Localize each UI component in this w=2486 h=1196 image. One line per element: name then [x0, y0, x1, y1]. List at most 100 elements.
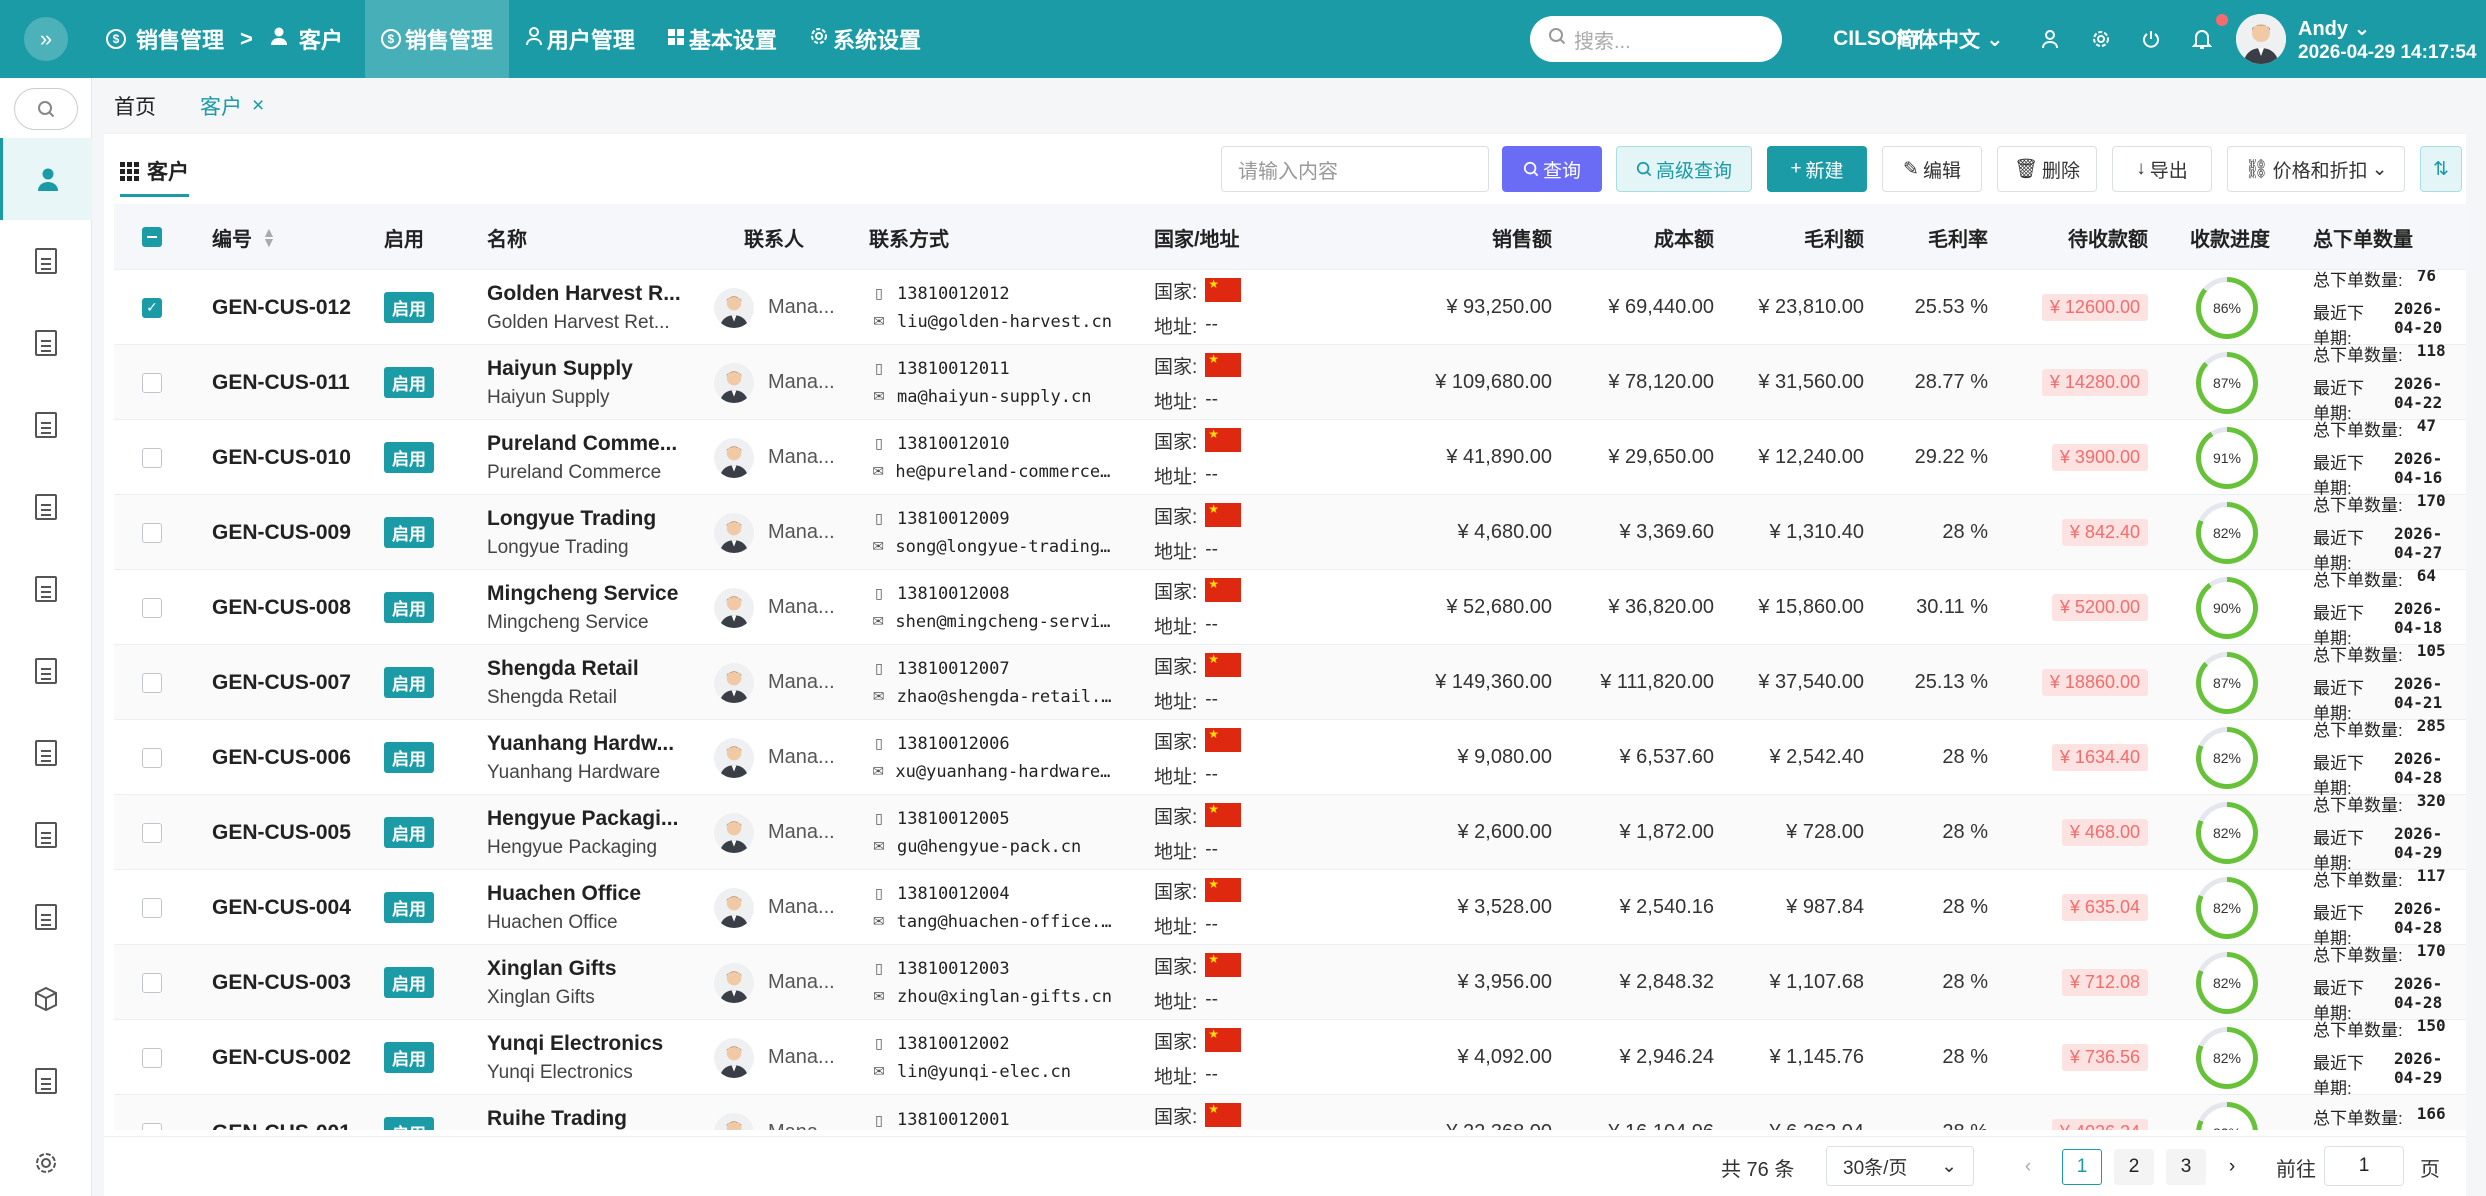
- row-checkbox[interactable]: [142, 1095, 162, 1130]
- customer-code[interactable]: GEN-CUS-009: [212, 495, 351, 570]
- customer-name[interactable]: Ruihe Trading: [487, 1107, 687, 1131]
- customer-code[interactable]: GEN-CUS-004: [212, 870, 351, 945]
- customer-name[interactable]: Haiyun Supply: [487, 357, 687, 381]
- contact-name[interactable]: Mana...: [768, 896, 835, 919]
- customer-name[interactable]: Xinglan Gifts: [487, 957, 687, 981]
- row-checkbox[interactable]: [142, 945, 162, 1020]
- contact-name[interactable]: Mana...: [768, 521, 835, 544]
- global-search-input[interactable]: 搜索...: [1530, 16, 1782, 62]
- customer-name[interactable]: Yunqi Electronics: [487, 1032, 687, 1056]
- new-button[interactable]: + 新建: [1767, 146, 1867, 192]
- bell-icon[interactable]: [2190, 27, 2214, 51]
- nav-basic-settings[interactable]: 基本设置: [651, 0, 793, 78]
- contact-name[interactable]: Mana...: [768, 446, 835, 469]
- row-checkbox[interactable]: [142, 420, 162, 495]
- customer-code[interactable]: GEN-CUS-001: [212, 1095, 351, 1131]
- table-row[interactable]: GEN-CUS-010 启用 Pureland Comme... Pureland C…: [114, 416, 2466, 498]
- edit-button[interactable]: ✎ 编辑: [1882, 146, 1982, 192]
- customer-name[interactable]: Longyue Trading: [487, 507, 687, 531]
- nav-users[interactable]: 用户管理: [509, 0, 651, 78]
- sidebar-item-doc-10[interactable]: [0, 1040, 92, 1122]
- sidebar-item-doc-3[interactable]: [0, 384, 92, 466]
- row-checkbox[interactable]: [142, 570, 162, 645]
- expand-menu-icon[interactable]: »: [24, 17, 68, 61]
- page-3[interactable]: 3: [2166, 1149, 2206, 1185]
- sort-toggle-button[interactable]: ⇅: [2420, 146, 2462, 192]
- query-button[interactable]: 查询: [1502, 146, 1602, 192]
- table-row[interactable]: ✓ GEN-CUS-012 启用 Golden Harvest R... Golden …: [114, 270, 2466, 348]
- page-size-select[interactable]: 30条/页 ⌄: [1826, 1146, 1974, 1186]
- delete-button[interactable]: 🗑 删除: [1997, 146, 2097, 192]
- customer-name[interactable]: Pureland Comme...: [487, 432, 687, 456]
- table-row[interactable]: GEN-CUS-009 启用 Longyue Trading Longyue Trad…: [114, 491, 2466, 573]
- table-row[interactable]: GEN-CUS-001 启用 Ruihe TradingRuihe Trading M…: [114, 1095, 2466, 1130]
- customer-code[interactable]: GEN-CUS-003: [212, 945, 351, 1020]
- sidebar-search-button[interactable]: [14, 88, 78, 130]
- next-page-button[interactable]: ›: [2212, 1149, 2252, 1185]
- contact-name[interactable]: Mana...: [768, 1046, 835, 1069]
- language-selector[interactable]: 简体中文 ⌄: [1896, 0, 2004, 78]
- table-row[interactable]: GEN-CUS-005 启用 Hengyue Packagi... Hengyue P…: [114, 791, 2466, 873]
- breadcrumb-item-sales[interactable]: 销售管理: [136, 23, 224, 55]
- row-checkbox[interactable]: [142, 870, 162, 945]
- row-checkbox[interactable]: [142, 795, 162, 870]
- sidebar-item-doc-7[interactable]: [0, 712, 92, 794]
- close-icon[interactable]: ×: [252, 94, 264, 118]
- contact-name[interactable]: Mana...: [768, 971, 835, 994]
- table-row[interactable]: GEN-CUS-004 启用 Huachen Office Huachen Offic…: [114, 866, 2466, 948]
- goto-page-input[interactable]: 1: [2324, 1146, 2404, 1186]
- row-checkbox[interactable]: [142, 645, 162, 720]
- profile-icon[interactable]: [2038, 27, 2062, 51]
- contact-name[interactable]: Mana...: [768, 1121, 835, 1130]
- customer-name[interactable]: Yuanhang Hardw...: [487, 732, 687, 756]
- table-row[interactable]: GEN-CUS-003 启用 Xinglan Gifts Xinglan Gifts M…: [114, 941, 2466, 1023]
- contact-name[interactable]: Mana...: [768, 671, 835, 694]
- row-checkbox[interactable]: ✓: [142, 270, 162, 345]
- export-button[interactable]: ↓ 导出: [2112, 146, 2212, 192]
- sidebar-item-doc-9[interactable]: [0, 876, 92, 958]
- contact-name[interactable]: Mana...: [768, 596, 835, 619]
- settings-icon[interactable]: [2089, 27, 2113, 51]
- breadcrumb-item-customer[interactable]: 客户: [299, 23, 343, 55]
- nav-sales[interactable]: $ 销售管理: [364, 0, 509, 78]
- customer-code[interactable]: GEN-CUS-011: [212, 345, 350, 420]
- row-checkbox[interactable]: [142, 1020, 162, 1095]
- sidebar-item-customer[interactable]: [0, 138, 92, 220]
- customer-code[interactable]: GEN-CUS-008: [212, 570, 351, 645]
- prev-page-button[interactable]: ‹: [2008, 1149, 2048, 1185]
- page-1[interactable]: 1: [2062, 1149, 2102, 1185]
- query-input[interactable]: 请输入内容: [1221, 146, 1489, 192]
- customer-name[interactable]: Hengyue Packagi...: [487, 807, 687, 831]
- sidebar-item-settings[interactable]: [0, 1122, 92, 1196]
- table-row[interactable]: GEN-CUS-006 启用 Yuanhang Hardw... Yuanhang H…: [114, 716, 2466, 798]
- nav-system-settings[interactable]: 系统设置: [793, 0, 937, 78]
- customer-name[interactable]: Mingcheng Service: [487, 582, 687, 606]
- row-checkbox[interactable]: [142, 345, 162, 420]
- customer-code[interactable]: GEN-CUS-012: [212, 270, 351, 345]
- tab-customer[interactable]: 客户 ×: [178, 91, 286, 121]
- page-2[interactable]: 2: [2114, 1149, 2154, 1185]
- customer-code[interactable]: GEN-CUS-005: [212, 795, 351, 870]
- customer-code[interactable]: GEN-CUS-007: [212, 645, 351, 720]
- table-row[interactable]: GEN-CUS-011 启用 Haiyun Supply Haiyun Supply M…: [114, 341, 2466, 423]
- customer-name[interactable]: Huachen Office: [487, 882, 687, 906]
- contact-name[interactable]: Mana...: [768, 746, 835, 769]
- sidebar-item-doc-1[interactable]: [0, 220, 92, 302]
- table-row[interactable]: GEN-CUS-002 启用 Yunqi Electronics Yunqi Elec…: [114, 1016, 2466, 1098]
- customer-code[interactable]: GEN-CUS-006: [212, 720, 351, 795]
- power-icon[interactable]: [2139, 27, 2163, 51]
- contact-name[interactable]: Mana...: [768, 296, 835, 319]
- customer-code[interactable]: GEN-CUS-002: [212, 1020, 351, 1095]
- row-checkbox[interactable]: [142, 495, 162, 570]
- contact-name[interactable]: Mana...: [768, 371, 835, 394]
- customer-code[interactable]: GEN-CUS-010: [212, 420, 351, 495]
- sidebar-item-product[interactable]: [0, 958, 92, 1040]
- sidebar-item-doc-6[interactable]: [0, 630, 92, 712]
- tab-home[interactable]: 首页: [92, 91, 178, 121]
- table-row[interactable]: GEN-CUS-007 启用 Shengda Retail Shengda Retai…: [114, 641, 2466, 723]
- table-row[interactable]: GEN-CUS-008 启用 Mingcheng Service Mingcheng …: [114, 566, 2466, 648]
- user-name[interactable]: Andy ⌄: [2298, 16, 2370, 41]
- contact-name[interactable]: Mana...: [768, 821, 835, 844]
- sidebar-item-doc-2[interactable]: [0, 302, 92, 384]
- customer-name[interactable]: Golden Harvest R...: [487, 282, 687, 306]
